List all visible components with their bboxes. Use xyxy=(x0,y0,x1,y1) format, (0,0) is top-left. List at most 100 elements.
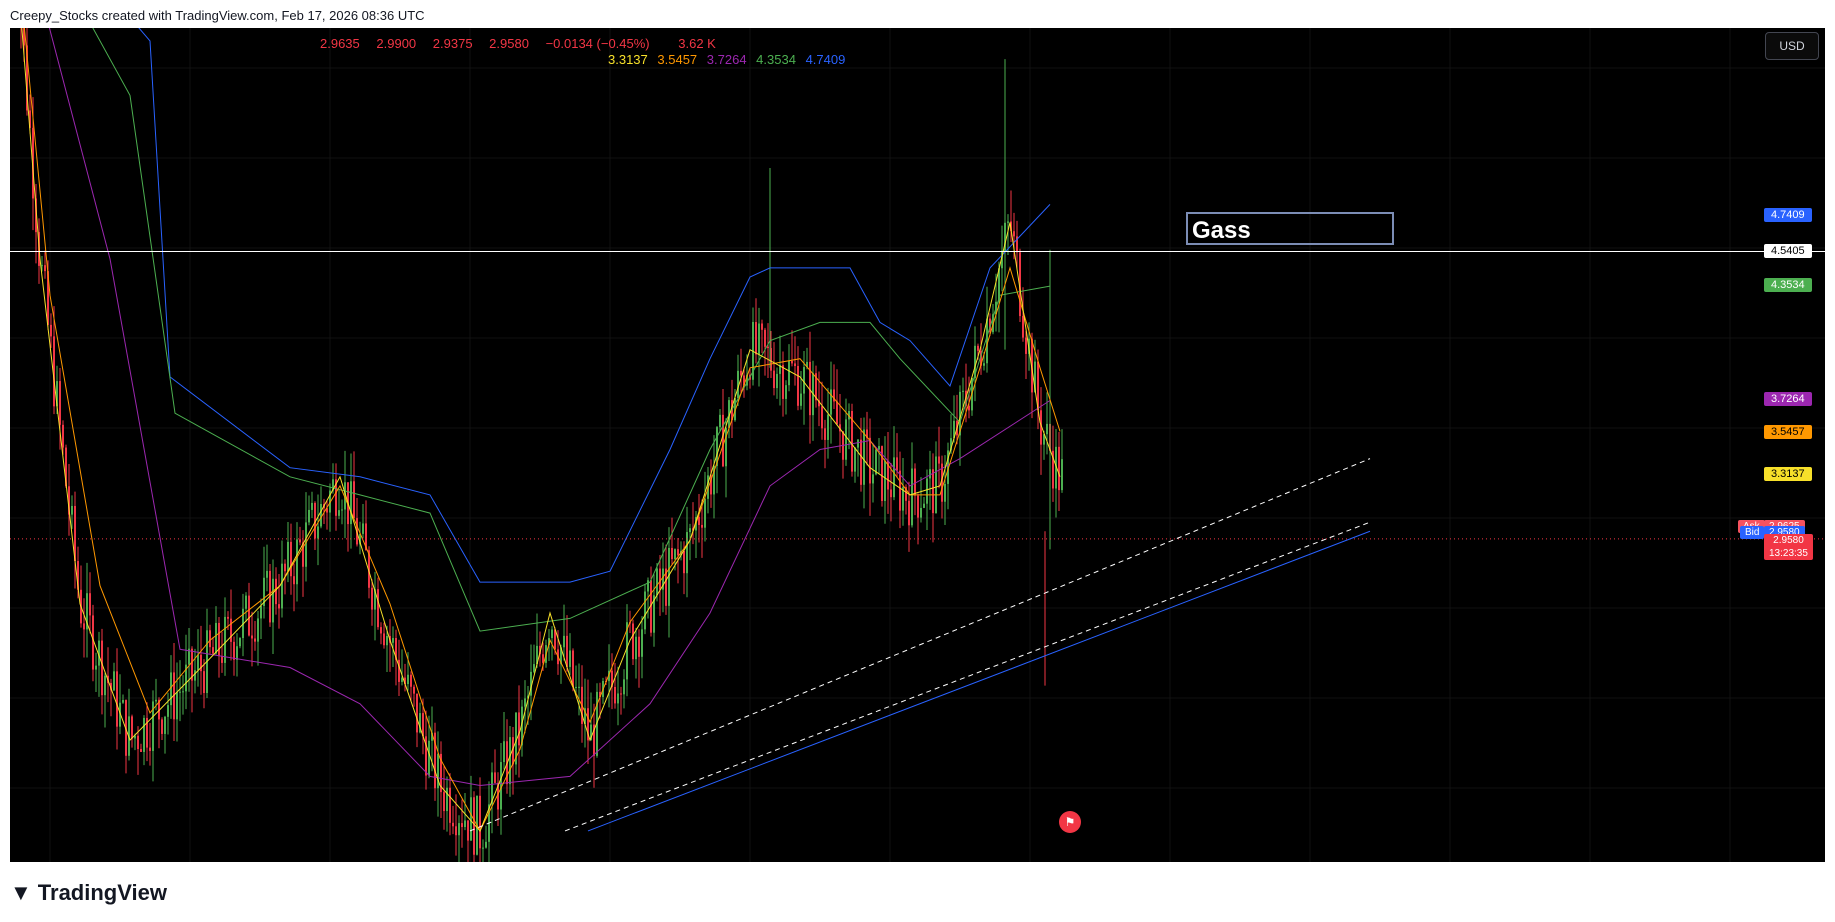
candle-body xyxy=(470,797,472,841)
candle-body xyxy=(233,641,235,660)
price-tag-2: 4.5405 xyxy=(1764,244,1812,259)
candle-body xyxy=(446,787,448,812)
candle-body xyxy=(1013,231,1015,237)
us-flag-icon[interactable]: ⚑ xyxy=(1059,811,1081,833)
candle-body xyxy=(962,390,964,392)
price-tag-1: 4.7409 xyxy=(1764,208,1812,223)
currency-button[interactable]: USD xyxy=(1765,32,1819,60)
ma-value-2: 3.5457 xyxy=(657,52,698,67)
ohlc-close: 2.9580 xyxy=(489,36,529,51)
candle-body xyxy=(683,550,685,574)
candle-body xyxy=(260,605,262,619)
candle-body xyxy=(854,447,856,472)
candle-body xyxy=(272,578,274,623)
candle-body xyxy=(791,360,793,364)
candle-body xyxy=(926,478,928,504)
candle-body xyxy=(797,366,799,406)
candle-body xyxy=(614,686,616,704)
price-chart[interactable]: 2.9635 2.9900 2.9375 2.9580 −0.0134 (−0.… xyxy=(10,28,1825,862)
candle-body xyxy=(764,329,766,347)
candle-body xyxy=(938,456,940,464)
candle-body xyxy=(911,468,913,526)
candle-body xyxy=(140,749,142,752)
candle-body xyxy=(524,698,526,707)
candle-body xyxy=(149,747,151,751)
last-price-tag: 2.9580 13:23:35 xyxy=(1764,533,1813,560)
candle-body xyxy=(248,595,250,636)
chart-credit: Creepy_Stocks created with TradingView.c… xyxy=(10,8,425,23)
candle-body xyxy=(428,740,430,776)
candle-body xyxy=(509,737,511,785)
candle-body xyxy=(449,787,451,823)
trendline-1 xyxy=(587,530,1371,832)
candle-body xyxy=(407,674,409,685)
candle-body xyxy=(227,616,229,619)
candle-body xyxy=(896,457,898,471)
candle-body xyxy=(83,623,85,630)
candle-body xyxy=(482,847,484,849)
candle-body xyxy=(698,517,700,525)
candle-body xyxy=(473,797,475,855)
candle-body xyxy=(461,823,463,828)
candle-body xyxy=(290,541,292,577)
candle-body xyxy=(767,346,769,349)
candle-body xyxy=(803,367,805,394)
candle-body xyxy=(221,656,223,663)
candle-body xyxy=(362,523,364,534)
candle-body xyxy=(71,505,73,515)
candle-body xyxy=(773,370,775,389)
candle-body xyxy=(101,640,103,696)
candle-body xyxy=(641,629,643,657)
candle-body xyxy=(623,679,625,695)
candle-body xyxy=(164,716,166,734)
price-tag-6: 3.3137 xyxy=(1764,467,1812,482)
candle-body xyxy=(836,401,838,425)
candle-body xyxy=(131,716,133,739)
candle-body xyxy=(215,622,217,654)
candle-body xyxy=(758,323,760,355)
chart-canvas[interactable] xyxy=(10,28,1825,862)
candle-body xyxy=(869,437,871,484)
candle-body xyxy=(722,414,724,467)
candle-body xyxy=(923,503,925,508)
ma-value-1: 3.3137 xyxy=(608,52,648,67)
candle-body xyxy=(251,635,253,639)
candle-body xyxy=(686,532,688,574)
candle-body xyxy=(860,439,862,485)
candle-body xyxy=(410,674,412,687)
candle-body xyxy=(104,675,106,696)
candle-body xyxy=(824,428,826,440)
candle-body xyxy=(932,469,934,514)
candle-body xyxy=(287,541,289,572)
candle-body xyxy=(1061,459,1063,491)
indicator-line-2 xyxy=(92,28,1051,632)
candle-body xyxy=(44,265,46,272)
candle-body xyxy=(266,570,268,578)
candle-body xyxy=(689,528,691,533)
candle-body xyxy=(458,823,460,836)
candle-body xyxy=(416,693,418,733)
candle-body xyxy=(518,712,520,746)
candle-body xyxy=(788,360,790,386)
ma-value-4: 4.3534 xyxy=(756,52,796,67)
candle-body xyxy=(494,772,496,783)
candle-body xyxy=(62,424,64,448)
candle-body xyxy=(281,563,283,609)
candle-body xyxy=(371,587,373,610)
candle-body xyxy=(59,381,61,425)
candle-body xyxy=(182,691,184,693)
indicator-legend: 3.3137 3.5457 3.7264 4.3534 4.7409 xyxy=(608,52,851,67)
candle-body xyxy=(671,547,673,560)
text-annotation[interactable]: Gass xyxy=(1186,212,1394,245)
candle-body xyxy=(209,630,211,648)
candle-body xyxy=(1007,221,1009,223)
candle-body xyxy=(176,692,178,720)
candle-body xyxy=(443,792,445,812)
candle-body xyxy=(380,627,382,634)
candle-body xyxy=(929,469,931,479)
candle-body xyxy=(485,841,487,848)
candle-body xyxy=(782,365,784,399)
candle-body xyxy=(179,691,181,693)
candle-body xyxy=(197,654,199,671)
candle-body xyxy=(455,826,457,836)
